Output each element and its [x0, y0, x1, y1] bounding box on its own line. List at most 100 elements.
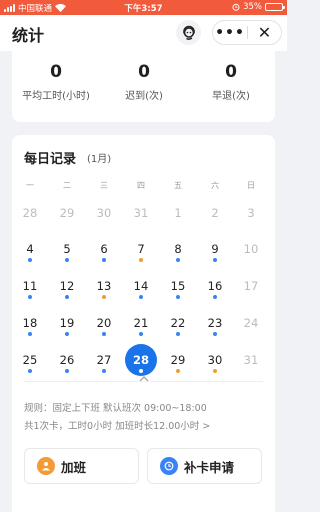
- calendar-day[interactable]: 29: [160, 352, 196, 378]
- makeup-punch-button-label: 补卡申请: [184, 459, 235, 475]
- attendance-normal-dot: [28, 369, 32, 373]
- calendar-day[interactable]: 8: [160, 241, 196, 267]
- weekday-label: 四: [137, 181, 145, 190]
- overtime-button[interactable]: 加班: [24, 448, 139, 484]
- app-header: 统计 ••• ✕: [0, 15, 287, 51]
- calendar-day: 2: [197, 205, 233, 231]
- battery-percent: 35%: [243, 2, 262, 12]
- calendar-day-number: 19: [59, 316, 75, 330]
- calendar-day[interactable]: 7: [123, 241, 159, 267]
- attendance-normal-dot: [176, 295, 180, 299]
- calendar-day[interactable]: 25: [12, 352, 48, 378]
- weekday-label: 二: [63, 181, 71, 190]
- calendar-day[interactable]: 22: [160, 315, 196, 341]
- calendar-day-number: 31: [133, 206, 149, 220]
- weekday-label: 六: [211, 181, 219, 190]
- calendar-day: 31: [233, 352, 269, 378]
- calendar-day[interactable]: 5: [49, 241, 85, 267]
- calendar-day-number: 22: [170, 316, 186, 330]
- calendar-day-number: 1: [174, 206, 182, 220]
- calendar-day: 28: [12, 205, 48, 231]
- calendar-day-number: 20: [96, 316, 112, 330]
- calendar-day[interactable]: 4: [12, 241, 48, 267]
- clock-icon: [160, 457, 178, 475]
- calendar-day: 24: [233, 315, 269, 341]
- attendance-normal-dot: [139, 369, 143, 373]
- calendar-day-number: 10: [243, 242, 259, 256]
- calendar-day-number: 23: [207, 316, 223, 330]
- attendance-normal-dot: [176, 258, 180, 262]
- calendar-day[interactable]: 11: [12, 278, 48, 304]
- attendance-normal-dot: [65, 258, 69, 262]
- calendar-day[interactable]: 18: [12, 315, 48, 341]
- more-dots-icon[interactable]: •••: [213, 22, 247, 44]
- calendar-day-number: 28: [132, 353, 149, 367]
- calendar-day-number: 2: [211, 206, 219, 220]
- attendance-normal-dot: [139, 332, 143, 336]
- calendar-day[interactable]: 27: [86, 352, 122, 378]
- calendar-day: 1: [160, 205, 196, 231]
- attendance-normal-dot: [102, 332, 106, 336]
- weekday-header: 一二三四五六日: [12, 180, 275, 192]
- close-icon[interactable]: ✕: [248, 22, 281, 44]
- calendar-day-number: 12: [59, 279, 75, 293]
- attendance-normal-dot: [65, 295, 69, 299]
- calendar-day[interactable]: 14: [123, 278, 159, 304]
- stat-value: 0: [138, 62, 150, 82]
- attendance-summary-link[interactable]: 共1次卡，工时0小时 加班时长12.00小时 >: [24, 418, 210, 432]
- weekday-label: 三: [100, 181, 108, 190]
- calendar-day-selected[interactable]: 28: [123, 344, 159, 378]
- alarm-icon: [232, 3, 240, 11]
- attendance-abnormal-dot: [102, 295, 106, 299]
- calendar-day-number: 5: [63, 242, 71, 256]
- calendar-day[interactable]: 13: [86, 278, 122, 304]
- calendar-day[interactable]: 16: [197, 278, 233, 304]
- calendar-day: 31: [123, 205, 159, 231]
- attendance-normal-dot: [65, 332, 69, 336]
- calendar-day[interactable]: 6: [86, 241, 122, 267]
- daily-record-title: 每日记录: [24, 152, 77, 167]
- calendar-day[interactable]: 20: [86, 315, 122, 341]
- calendar-day-number: 13: [96, 279, 112, 293]
- stat-early-leave: 0 早退(次): [187, 61, 275, 102]
- calendar-day[interactable]: 9: [197, 241, 233, 267]
- daily-record-month: (1月): [87, 154, 112, 165]
- calendar-day[interactable]: 21: [123, 315, 159, 341]
- makeup-punch-button[interactable]: 补卡申请: [147, 448, 262, 484]
- customer-service-button[interactable]: [176, 20, 201, 45]
- calendar-day[interactable]: 26: [49, 352, 85, 378]
- calendar-day-number: 31: [243, 353, 259, 367]
- calendar-day-number: 21: [133, 316, 149, 330]
- calendar-day: 29: [49, 205, 85, 231]
- calendar-day: 3: [233, 205, 269, 231]
- page-title: 统计: [12, 26, 45, 45]
- miniapp-capsule: ••• ✕: [212, 20, 282, 45]
- weekday-label: 五: [174, 181, 182, 190]
- calendar-day-number: 30: [207, 353, 223, 367]
- calendar-day-number: 6: [100, 242, 108, 256]
- attendance-normal-dot: [139, 295, 143, 299]
- calendar-day-number: 4: [26, 242, 34, 256]
- stat-label: 早退(次): [212, 91, 250, 102]
- overtime-button-label: 加班: [61, 459, 87, 475]
- daily-record-card: 每日记录 (1月) 一二三四五六日 28 29 30 31 1 2 3 4 5 6 7 8 9 10 11 1…: [12, 135, 275, 512]
- overtime-icon: [37, 457, 55, 475]
- calendar-day[interactable]: 12: [49, 278, 85, 304]
- customer-service-icon: [182, 25, 195, 40]
- calendar-day[interactable]: 15: [160, 278, 196, 304]
- stat-average-hours: 0 平均工时(小时): [12, 61, 100, 102]
- calendar-day-number: 24: [243, 316, 259, 330]
- calendar-day-number: 27: [96, 353, 112, 367]
- stat-label: 迟到(次): [125, 91, 163, 102]
- attendance-normal-dot: [28, 332, 32, 336]
- attendance-normal-dot: [213, 258, 217, 262]
- calendar-day[interactable]: 23: [197, 315, 233, 341]
- attendance-abnormal-dot: [213, 369, 217, 373]
- calendar-day[interactable]: 30: [197, 352, 233, 378]
- stat-label: 平均工时(小时): [22, 91, 90, 102]
- calendar-day[interactable]: 19: [49, 315, 85, 341]
- calendar-day-number: 9: [211, 242, 219, 256]
- attendance-normal-dot: [28, 258, 32, 262]
- calendar-day-number: 25: [22, 353, 38, 367]
- calendar-day-number: 29: [170, 353, 186, 367]
